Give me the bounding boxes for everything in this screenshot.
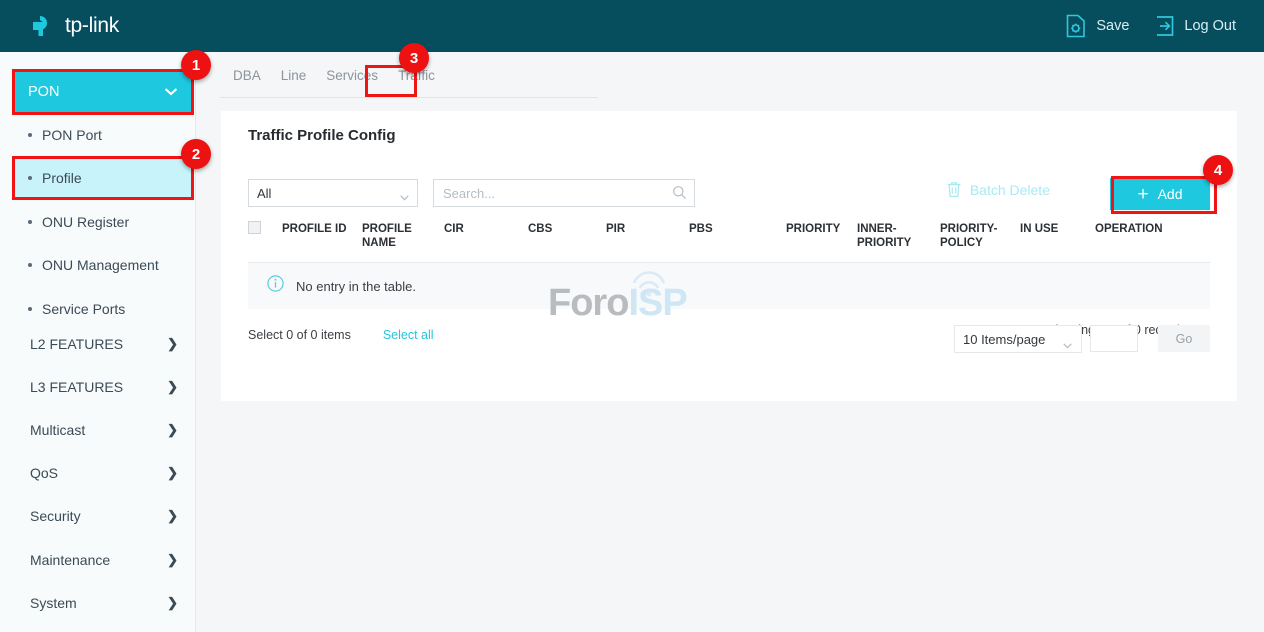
- filter-select[interactable]: All: [248, 179, 418, 207]
- column-header-pir[interactable]: PIR: [606, 221, 689, 236]
- batch-delete-label: Batch Delete: [970, 182, 1050, 198]
- info-icon: [267, 275, 284, 297]
- sidebar-item-maintenance[interactable]: Maintenance ❯: [14, 538, 192, 581]
- tab-line[interactable]: Line: [271, 68, 317, 93]
- page-title: Traffic Profile Config: [248, 127, 396, 144]
- go-button[interactable]: Go: [1158, 325, 1210, 352]
- selection-count: Select 0 of 0 items: [248, 328, 351, 342]
- table-header-row: PROFILE ID PROFILE NAME CIR CBS PIR PBS …: [248, 221, 1210, 263]
- sidebar-item-onu-register[interactable]: ONU Register: [14, 200, 192, 244]
- sidebar-item-system[interactable]: System ❯: [14, 581, 192, 624]
- bullet-icon: [28, 133, 32, 137]
- sidebar-item-l3-features[interactable]: L3 FEATURES ❯: [14, 365, 192, 408]
- empty-state-message: No entry in the table.: [296, 279, 416, 294]
- page-size-select[interactable]: 10 Items/page: [954, 325, 1082, 353]
- add-button-label: Add: [1158, 186, 1183, 202]
- sidebar-item-l2-features[interactable]: L2 FEATURES ❯: [14, 322, 192, 365]
- selection-info: Select 0 of 0 items Select all: [248, 328, 434, 342]
- tab-bar: DBA Line Services Traffic: [220, 68, 598, 98]
- tp-link-logo-mark: [30, 13, 58, 39]
- chevron-down-icon: [164, 84, 178, 100]
- search-wrapper: [433, 179, 695, 207]
- page-root: tp-link Save: [0, 0, 1264, 632]
- bullet-icon: [28, 176, 32, 180]
- top-header-bar: tp-link Save: [0, 0, 1264, 52]
- select-all-link[interactable]: Select all: [383, 328, 434, 342]
- sidebar-item-onu-register-label: ONU Register: [42, 214, 129, 230]
- profiles-table: PROFILE ID PROFILE NAME CIR CBS PIR PBS …: [248, 221, 1210, 309]
- sidebar-item-profile-label: Profile: [42, 170, 82, 186]
- tp-link-logo: tp-link: [30, 11, 119, 41]
- save-label: Save: [1096, 18, 1129, 34]
- plus-icon: +: [1137, 185, 1148, 204]
- column-header-priority[interactable]: PRIORITY: [786, 221, 857, 236]
- sidebar-item-onu-management-label: ONU Management: [42, 257, 159, 273]
- chevron-right-icon: ❯: [167, 422, 178, 438]
- table-toolbar: All: [248, 179, 1210, 209]
- header-actions: Save Log Out: [1039, 0, 1236, 52]
- chevron-right-icon: ❯: [167, 379, 178, 395]
- column-header-priority-policy[interactable]: PRIORITY-POLICY: [940, 221, 1020, 250]
- document-gear-icon: [1065, 14, 1087, 38]
- sidebar-item-system-label: System: [30, 595, 167, 611]
- sidebar-item-l3-features-label: L3 FEATURES: [30, 379, 167, 395]
- page-size-select-wrapper: 10 Items/page: [954, 325, 1082, 352]
- chevron-right-icon: ❯: [167, 336, 178, 352]
- select-all-checkbox[interactable]: [248, 221, 261, 234]
- brand-text: tp-link: [65, 14, 119, 38]
- table-footer: Select 0 of 0 items Select all Showing 0…: [248, 323, 1210, 353]
- sidebar-item-qos[interactable]: QoS ❯: [14, 452, 192, 495]
- column-header-in-use[interactable]: IN USE: [1020, 221, 1095, 236]
- tab-traffic[interactable]: Traffic: [388, 68, 445, 93]
- column-header-operation[interactable]: OPERATION: [1095, 221, 1210, 236]
- sidebar-item-qos-label: QoS: [30, 465, 167, 481]
- trash-icon: [946, 181, 962, 198]
- chevron-right-icon: ❯: [167, 595, 178, 611]
- save-button[interactable]: Save: [1065, 14, 1129, 38]
- column-header-profile-name[interactable]: PROFILE NAME: [362, 221, 444, 250]
- batch-delete-button[interactable]: Batch Delete: [946, 181, 1050, 198]
- sidebar-item-multicast[interactable]: Multicast ❯: [14, 408, 192, 451]
- empty-state-row: No entry in the table.: [248, 263, 1210, 309]
- tab-dba[interactable]: DBA: [220, 68, 271, 93]
- sidebar-item-security[interactable]: Security ❯: [14, 495, 192, 538]
- column-header-pbs[interactable]: PBS: [689, 221, 786, 236]
- filter-select-wrapper: All: [248, 179, 418, 207]
- sidebar-item-service-ports-label: Service Ports: [42, 301, 125, 317]
- sidebar-item-pon-label: PON: [28, 84, 164, 100]
- column-header-cbs[interactable]: CBS: [528, 221, 606, 236]
- bullet-icon: [28, 220, 32, 224]
- bullet-icon: [28, 307, 32, 311]
- sidebar-item-pon-port[interactable]: PON Port: [14, 113, 192, 157]
- sidebar-item-maintenance-label: Maintenance: [30, 552, 167, 568]
- select-all-header: [248, 221, 282, 234]
- chevron-right-icon: ❯: [167, 465, 178, 481]
- column-header-cir[interactable]: CIR: [444, 221, 528, 236]
- sidebar: PON PON Port Profile ONU Register ONU Ma…: [0, 52, 196, 632]
- sidebar-item-pon-port-label: PON Port: [42, 127, 102, 143]
- sidebar-item-pon[interactable]: PON: [14, 71, 192, 113]
- sidebar-item-l2-features-label: L2 FEATURES: [30, 336, 167, 352]
- add-button[interactable]: + Add: [1110, 178, 1210, 210]
- page-number-input[interactable]: [1090, 325, 1138, 352]
- logout-label: Log Out: [1184, 18, 1236, 34]
- logout-arrow-icon: [1155, 15, 1175, 37]
- logout-button[interactable]: Log Out: [1155, 15, 1236, 37]
- chevron-right-icon: ❯: [167, 552, 178, 568]
- sidebar-submenu-pon: PON Port Profile ONU Register ONU Manage…: [14, 113, 192, 331]
- search-input[interactable]: [433, 179, 695, 207]
- sidebar-item-onu-management[interactable]: ONU Management: [14, 244, 192, 288]
- sidebar-item-security-label: Security: [30, 508, 167, 524]
- column-header-profile-id[interactable]: PROFILE ID: [282, 221, 362, 236]
- sidebar-main-menu: L2 FEATURES ❯ L3 FEATURES ❯ Multicast ❯ …: [14, 322, 192, 624]
- sidebar-item-profile[interactable]: Profile: [14, 157, 192, 201]
- bullet-icon: [28, 263, 32, 267]
- column-header-inner-priority[interactable]: INNER-PRIORITY: [857, 221, 940, 250]
- tab-services[interactable]: Services: [316, 68, 388, 93]
- sidebar-item-multicast-label: Multicast: [30, 422, 167, 438]
- content-panel: Traffic Profile Config All: [221, 111, 1237, 401]
- chevron-right-icon: ❯: [167, 508, 178, 524]
